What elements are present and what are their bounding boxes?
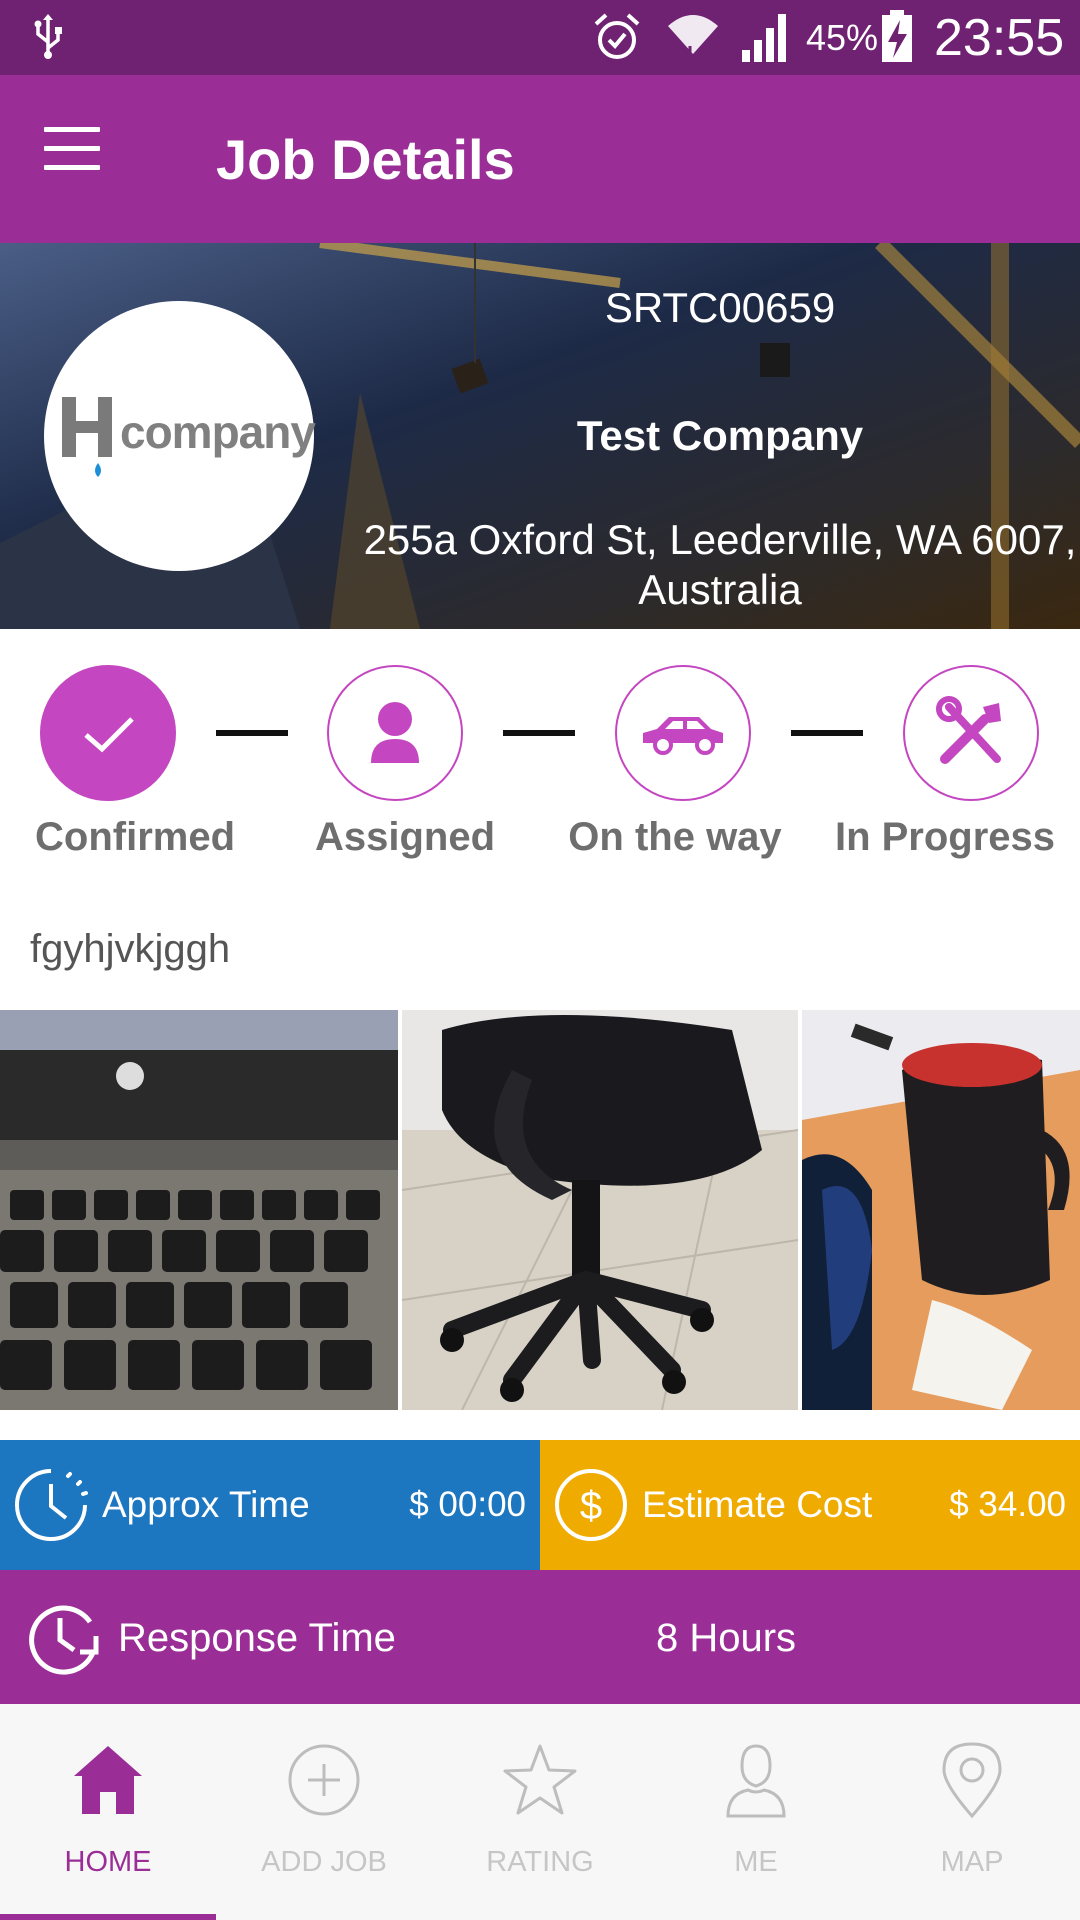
- nav-map-label: MAP: [940, 1846, 1004, 1878]
- job-photos: [0, 1010, 1080, 1410]
- response-time-label: Response Time: [118, 1616, 396, 1660]
- nav-me[interactable]: ME: [648, 1704, 864, 1920]
- approx-time-bar: Approx Time $ 00:00: [0, 1440, 540, 1570]
- car-icon: [643, 717, 723, 755]
- approx-time-value: $ 00:00: [409, 1485, 526, 1524]
- step-confirmed: [40, 665, 176, 801]
- step-label-confirmed: Confirmed: [35, 815, 235, 859]
- job-details-screen: 45% 23:55 Job Details company SRTC00659 …: [0, 0, 1080, 1920]
- job-id: SRTC00659: [604, 284, 836, 331]
- step-connector: [791, 730, 863, 736]
- add-circle-icon: [288, 1744, 360, 1816]
- response-clock-icon: [29, 1605, 99, 1675]
- nav-me-label: ME: [734, 1846, 778, 1878]
- nav-active-indicator: [0, 1914, 216, 1920]
- step-label-in-progress: In Progress: [834, 815, 1056, 859]
- nav-add-job-label: ADD JOB: [261, 1846, 387, 1878]
- step-connector: [216, 730, 288, 736]
- menu-icon-line: [44, 146, 100, 151]
- office-chair-photo[interactable]: [402, 1010, 798, 1410]
- person-icon: [371, 702, 419, 763]
- mug-desk-image: [802, 1010, 1080, 1410]
- estimate-cost-bar: $ Estimate Cost $ 34.00: [540, 1440, 1080, 1570]
- job-description: fgyhjvkjggh: [30, 927, 231, 971]
- battery-charging-icon: [882, 10, 912, 62]
- job-header-banner: company SRTC00659 Test Company 255a Oxfo…: [0, 243, 1080, 629]
- clock-timer-icon: [15, 1469, 88, 1541]
- alarm-icon: [594, 13, 640, 59]
- usb-icon: [34, 14, 62, 59]
- job-status-steps: Confirmed Assigned On the way In Progres…: [0, 629, 1080, 879]
- laptop-keyboard-image: [0, 1010, 398, 1410]
- office-chair-image: [402, 1010, 798, 1410]
- logo-text: company: [120, 406, 316, 458]
- home-icon: [74, 1746, 142, 1814]
- approx-time-label: Approx Time: [102, 1484, 310, 1525]
- step-connector: [503, 730, 575, 736]
- menu-button[interactable]: [44, 127, 124, 191]
- step-label-assigned: Assigned: [314, 815, 496, 859]
- mug-desk-photo[interactable]: [802, 1010, 1080, 1410]
- nav-home-label: HOME: [64, 1846, 152, 1878]
- star-icon: [503, 1744, 577, 1815]
- nav-rating-label: RATING: [486, 1846, 594, 1878]
- page-title: Job Details: [216, 128, 515, 191]
- step-on-the-way: [615, 665, 751, 801]
- h-logo-mark: [62, 397, 112, 477]
- map-pin-icon: [942, 1742, 1002, 1819]
- response-time-bar: Response Time 8 Hours: [0, 1570, 1080, 1704]
- wifi-icon: [668, 15, 718, 64]
- estimate-cost-value: $ 34.00: [949, 1485, 1066, 1524]
- job-address: 255a Oxford St, Leederville, WA 6007, Au…: [363, 516, 1077, 613]
- laptop-keyboard-photo[interactable]: [0, 1010, 398, 1410]
- response-time-value: 8 Hours: [656, 1616, 797, 1660]
- profile-icon: [726, 1744, 786, 1818]
- step-in-progress: [903, 665, 1039, 801]
- app-bar: Job Details: [0, 75, 1080, 243]
- company-name: Test Company: [576, 412, 864, 459]
- nav-add-job[interactable]: ADD JOB: [216, 1704, 432, 1920]
- step-label-on-the-way: On the way: [568, 815, 782, 859]
- bottom-navigation: HOME ADD JOB RATING ME MAP: [0, 1704, 1080, 1920]
- dollar-icon: $: [555, 1469, 627, 1541]
- svg-text:$: $: [580, 1484, 602, 1528]
- nav-rating[interactable]: RATING: [432, 1704, 648, 1920]
- menu-icon-line: [44, 165, 100, 170]
- nav-home[interactable]: HOME: [0, 1704, 216, 1920]
- tools-icon: [936, 696, 1001, 764]
- estimate-cost-label: Estimate Cost: [642, 1484, 873, 1525]
- step-assigned: [327, 665, 463, 801]
- clock-time: 23:55: [934, 9, 1065, 67]
- company-logo: company: [44, 301, 316, 571]
- battery-percent: 45%: [806, 17, 879, 58]
- menu-icon: [44, 127, 100, 132]
- status-bar: 45% 23:55: [0, 0, 1080, 75]
- signal-icon: [742, 14, 786, 62]
- nav-map[interactable]: MAP: [864, 1704, 1080, 1920]
- check-icon: [84, 717, 134, 753]
